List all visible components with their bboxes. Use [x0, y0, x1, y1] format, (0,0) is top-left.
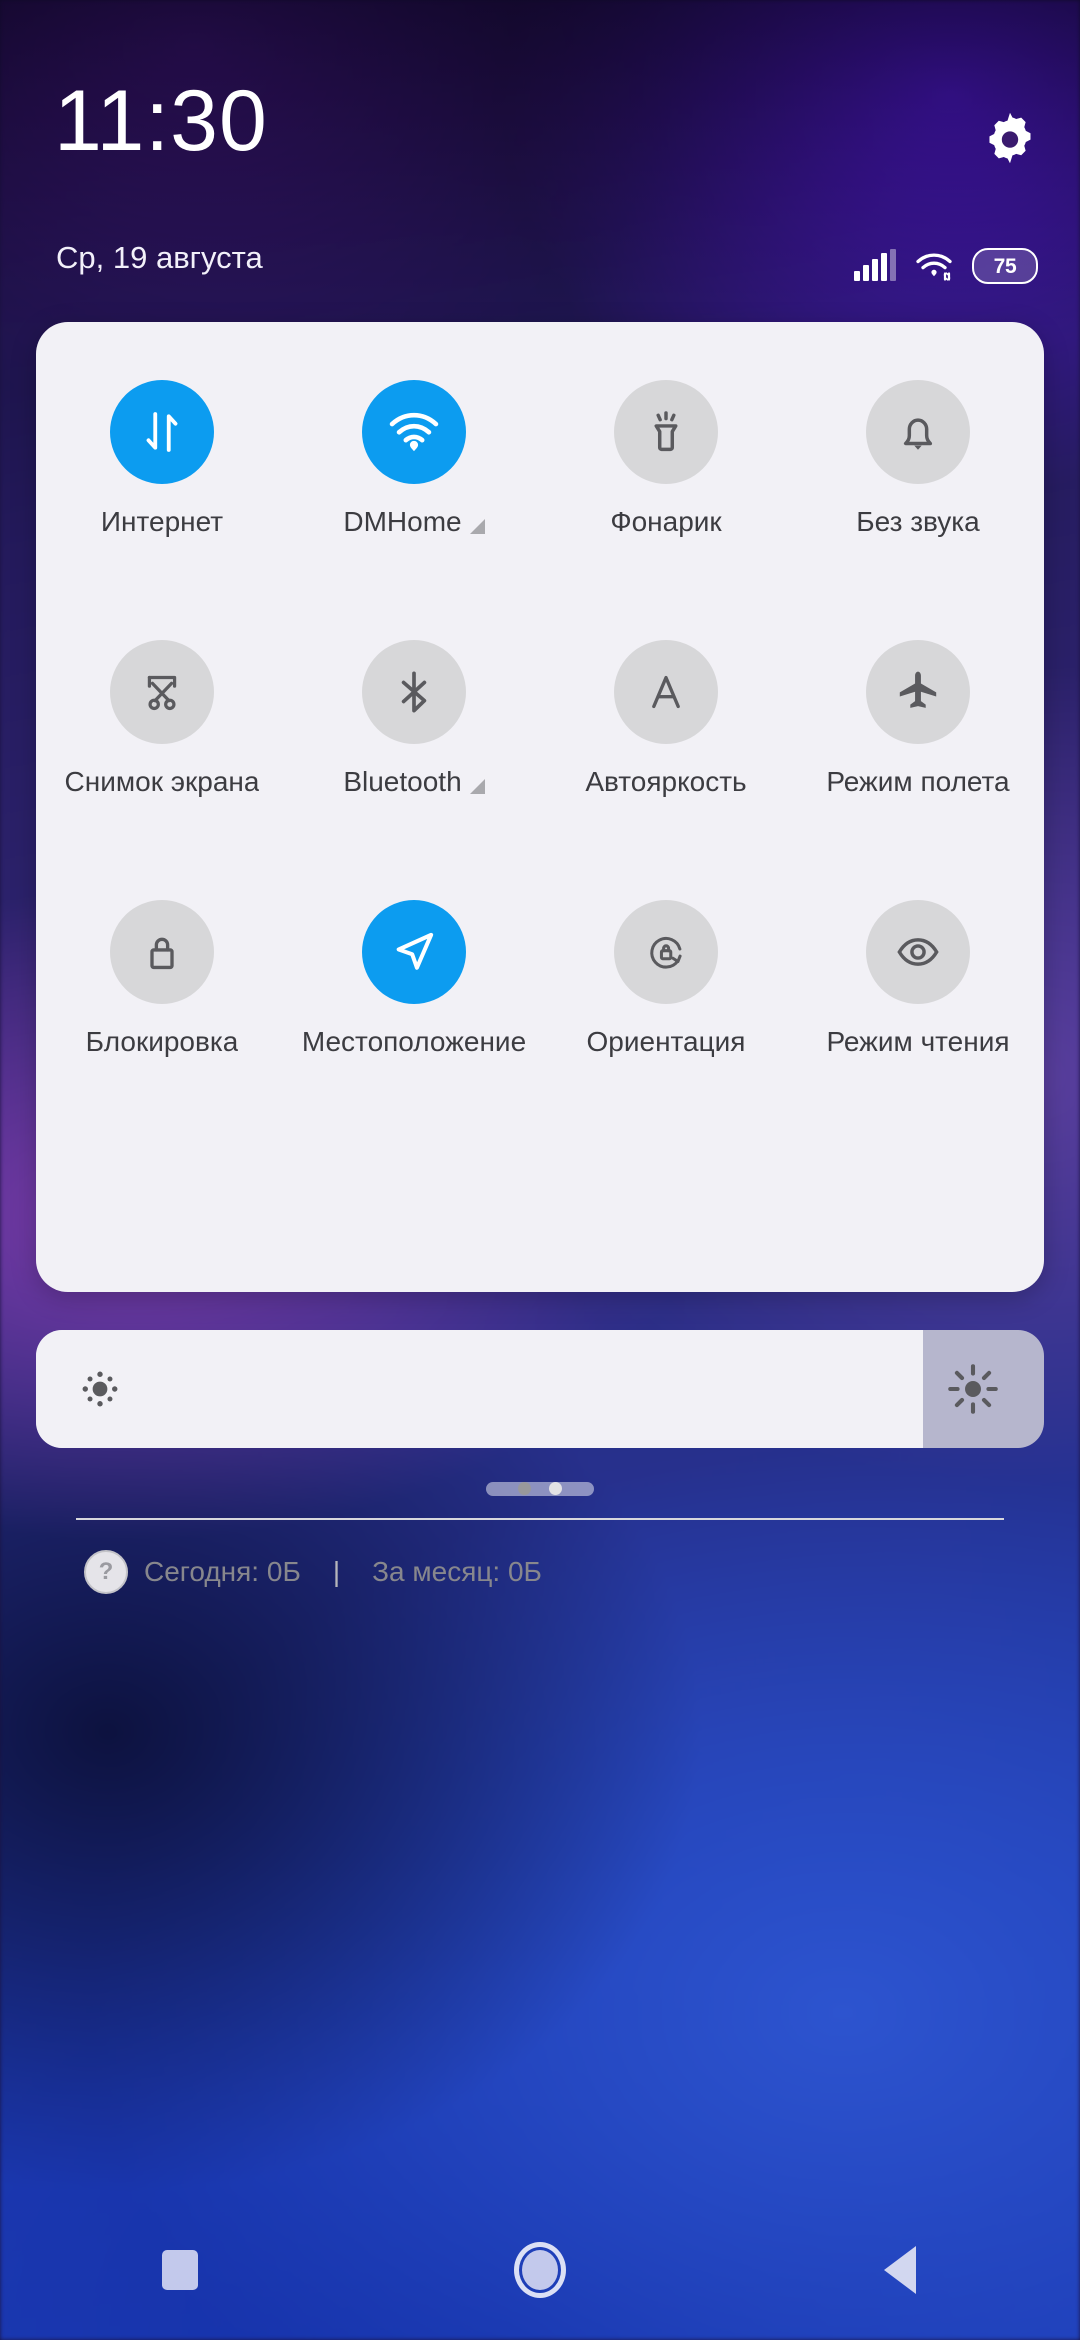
wifi-icon: [914, 250, 954, 282]
tile-label: Блокировка: [85, 1026, 239, 1057]
tile-label-row: Интернет: [101, 506, 223, 538]
data-transfer-icon: [110, 380, 214, 484]
auto-brightness-icon: [614, 640, 718, 744]
data-usage-separator: |: [332, 1556, 341, 1587]
nav-back-button[interactable]: [720, 2200, 1080, 2340]
phone-screen: 11:30 Ср, 19 августа 75 Интернет DMHome …: [0, 0, 1080, 2340]
quick-settings-panel: Интернет DMHome Фонарик Без звука Снимок…: [36, 322, 1044, 1594]
tile-auto-brightness[interactable]: Автояркость: [540, 612, 792, 872]
home-circle-icon: [514, 2242, 566, 2298]
tile-screenshot[interactable]: Снимок экрана: [36, 612, 288, 872]
panel-drag-handle[interactable]: [486, 1482, 594, 1496]
status-icon-tray: 75: [854, 248, 1038, 284]
tile-label-row: Местоположение: [302, 1026, 526, 1058]
tile-label: Режим полета: [826, 766, 1010, 797]
brightness-slider[interactable]: [36, 1330, 1044, 1448]
tile-label: Режим чтения: [826, 1026, 1010, 1057]
tile-label-row: Снимок экрана: [65, 766, 260, 798]
tile-airplane-mode[interactable]: Режим полета: [792, 612, 1044, 872]
tile-rotation-lock[interactable]: Ориентация: [540, 872, 792, 1132]
eye-icon: [866, 900, 970, 1004]
nav-recents-button[interactable]: [0, 2200, 360, 2340]
chevron-expand-icon[interactable]: [469, 518, 485, 534]
tile-bluetooth[interactable]: Bluetooth: [288, 612, 540, 872]
tile-label: Снимок экрана: [64, 766, 260, 797]
brightness-slider-fill: [36, 1330, 924, 1448]
flashlight-icon: [614, 380, 718, 484]
airplane-icon: [866, 640, 970, 744]
nav-home-button[interactable]: [360, 2200, 720, 2340]
tile-label-row: Автояркость: [585, 766, 746, 798]
lock-icon: [110, 900, 214, 1004]
tile-label-row: Фонарик: [610, 506, 721, 538]
chevron-expand-icon[interactable]: [469, 778, 485, 794]
clock: 11:30: [54, 73, 268, 169]
tile-label-row: Блокировка: [86, 1026, 239, 1058]
tile-wifi[interactable]: DMHome: [288, 352, 540, 612]
location-arrow-icon: [362, 900, 466, 1004]
data-usage-today: Сегодня: 0Б: [144, 1556, 301, 1587]
tile-label: DMHome: [343, 506, 462, 537]
tile-label: Местоположение: [301, 1026, 527, 1057]
tile-label: Без звука: [856, 506, 980, 537]
tile-label: Ориентация: [586, 1026, 746, 1057]
tile-label-row: Bluetooth: [343, 766, 485, 798]
scissors-icon: [110, 640, 214, 744]
tile-label: Автояркость: [585, 766, 747, 797]
panel-divider: [76, 1518, 1004, 1520]
data-usage-month: За месяц: 0Б: [372, 1556, 542, 1587]
tile-internet[interactable]: Интернет: [36, 352, 288, 612]
signal-bars-icon: [854, 249, 896, 281]
tile-lock[interactable]: Блокировка: [36, 872, 288, 1132]
tile-label-row: Ориентация: [587, 1026, 746, 1058]
bluetooth-icon: [362, 640, 466, 744]
tile-label-row: Без звука: [856, 506, 979, 538]
tile-label-row: Режим чтения: [826, 1026, 1009, 1058]
status-header: 11:30 Ср, 19 августа 75: [0, 0, 1080, 320]
battery-icon: 75: [972, 248, 1038, 284]
question-mark-icon[interactable]: ?: [84, 1550, 128, 1594]
wifi-icon: [362, 380, 466, 484]
recents-square-icon: [162, 2250, 198, 2290]
bell-icon: [866, 380, 970, 484]
tile-label-row: Режим полета: [826, 766, 1009, 798]
back-triangle-icon: [884, 2246, 916, 2294]
tile-flashlight[interactable]: Фонарик: [540, 352, 792, 612]
tile-reading-mode[interactable]: Режим чтения: [792, 872, 1044, 1132]
tile-label: Фонарик: [610, 506, 722, 537]
navigation-bar: [0, 2200, 1080, 2340]
brightness-low-icon: [74, 1363, 126, 1415]
rotation-lock-icon: [614, 900, 718, 1004]
tile-label: Bluetooth: [343, 766, 462, 797]
battery-level-label: 75: [993, 254, 1017, 278]
data-usage-row[interactable]: ? Сегодня: 0Б | За месяц: 0Б: [84, 1550, 542, 1594]
brightness-high-icon: [944, 1360, 1002, 1418]
tile-location[interactable]: Местоположение: [288, 872, 540, 1132]
date-label: Ср, 19 августа: [56, 240, 263, 275]
tile-silent[interactable]: Без звука: [792, 352, 1044, 612]
tile-label-row: DMHome: [343, 506, 485, 538]
quick-settings-tile-grid: Интернет DMHome Фонарик Без звука Снимок…: [36, 352, 1044, 1132]
tile-label: Интернет: [100, 506, 224, 537]
gear-icon[interactable]: [982, 110, 1038, 166]
